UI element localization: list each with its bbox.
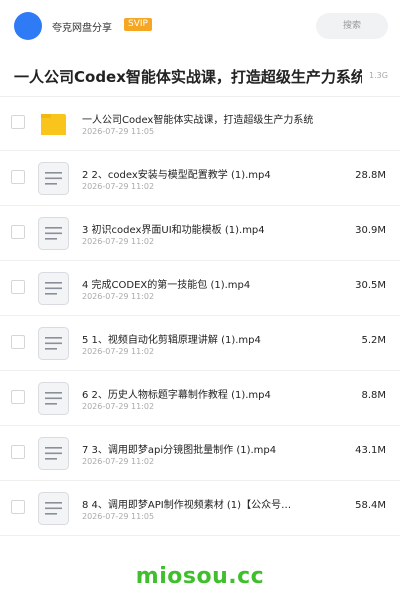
search-input[interactable]: 搜索 (316, 13, 388, 39)
file-date: 2026-07-29 11:02 (82, 457, 155, 466)
file-name: 6 2、历史人物标题字幕制作教程 (1).mp4 (82, 390, 271, 401)
file-size: 30.5M (355, 280, 386, 291)
row-checkbox[interactable] (11, 280, 25, 294)
file-size: 43.1M (355, 445, 386, 456)
file-row[interactable]: 6 2、历史人物标题字幕制作教程 (1).mp4 2026-07-29 11:02… (0, 371, 400, 426)
file-size: 5.2M (361, 335, 386, 346)
watermark-text: miosou.cc (135, 564, 265, 589)
row-checkbox[interactable] (11, 225, 25, 239)
file-row[interactable]: 7 3、调用即梦api分镜图批量制作 (1).mp4 2026-07-29 11:… (0, 426, 400, 481)
row-checkbox[interactable] (11, 390, 25, 404)
file-list: 一人公司Codex智能体实战课，打造超级生产力系统 2026-07-29 11:0… (0, 96, 400, 536)
row-checkbox[interactable] (11, 335, 25, 349)
file-date: 2026-07-29 11:02 (82, 182, 155, 191)
file-row[interactable]: 8 4、调用即梦API制作视频素材 (1)【公众号… 2026-07-29 11:… (0, 481, 400, 536)
file-icon (38, 162, 69, 195)
file-row[interactable]: 4 完成CODEX的第一技能包 (1).mp4 2026-07-29 11:02 3… (0, 261, 400, 316)
file-row[interactable]: 3 初识codex界面UI和功能模板 (1).mp4 2026-07-29 11:… (0, 206, 400, 261)
file-size: 58.4M (355, 500, 386, 511)
file-date: 2026-07-29 11:05 (82, 512, 155, 521)
file-name: 7 3、调用即梦api分镜图批量制作 (1).mp4 (82, 445, 277, 456)
file-icon (38, 492, 69, 525)
folder-header: 一人公司Codex智能体实战课，打造超级生产力系统 1.3G (0, 52, 400, 97)
row-checkbox[interactable] (11, 500, 25, 514)
file-size: 28.8M (355, 170, 386, 181)
file-name: 8 4、调用即梦API制作视频素材 (1)【公众号… (82, 500, 292, 511)
file-row[interactable]: 一人公司Codex智能体实战课，打造超级生产力系统 2026-07-29 11:0… (0, 96, 400, 151)
file-row[interactable]: 5 1、视频自动化剪辑原理讲解 (1).mp4 2026-07-29 11:02 5… (0, 316, 400, 371)
row-checkbox[interactable] (11, 115, 25, 129)
file-date: 2026-07-29 11:02 (82, 347, 155, 356)
file-name: 5 1、视频自动化剪辑原理讲解 (1).mp4 (82, 335, 261, 346)
file-name: 4 完成CODEX的第一技能包 (1).mp4 (82, 280, 251, 291)
avatar[interactable] (14, 12, 42, 40)
file-icon (38, 437, 69, 470)
file-name: 3 初识codex界面UI和功能模板 (1).mp4 (82, 225, 265, 236)
file-size: 30.9M (355, 225, 386, 236)
file-icon (38, 327, 69, 360)
file-date: 2026-07-29 11:05 (82, 127, 155, 136)
file-size: 8.8M (361, 390, 386, 401)
file-name: 一人公司Codex智能体实战课，打造超级生产力系统 (82, 115, 314, 126)
share-title: 夸克网盘分享 (52, 23, 112, 34)
page-title: 一人公司Codex智能体实战课，打造超级生产力系统 (14, 68, 362, 86)
file-icon (38, 382, 69, 415)
file-date: 2026-07-29 11:02 (82, 237, 155, 246)
file-date: 2026-07-29 11:02 (82, 292, 155, 301)
file-date: 2026-07-29 11:02 (82, 402, 155, 411)
row-checkbox[interactable] (11, 170, 25, 184)
file-row[interactable]: 2 2、codex安装与模型配置教学 (1).mp4 2026-07-29 11:… (0, 151, 400, 206)
row-checkbox[interactable] (11, 445, 25, 459)
file-icon (38, 217, 69, 250)
folder-icon (38, 107, 69, 140)
folder-size: 1.3G (369, 71, 388, 80)
file-icon (38, 272, 69, 305)
top-bar: 夸克网盘分享 SVIP 搜索 (0, 0, 400, 52)
file-name: 2 2、codex安装与模型配置教学 (1).mp4 (82, 170, 271, 181)
svip-badge: SVIP (124, 18, 152, 31)
